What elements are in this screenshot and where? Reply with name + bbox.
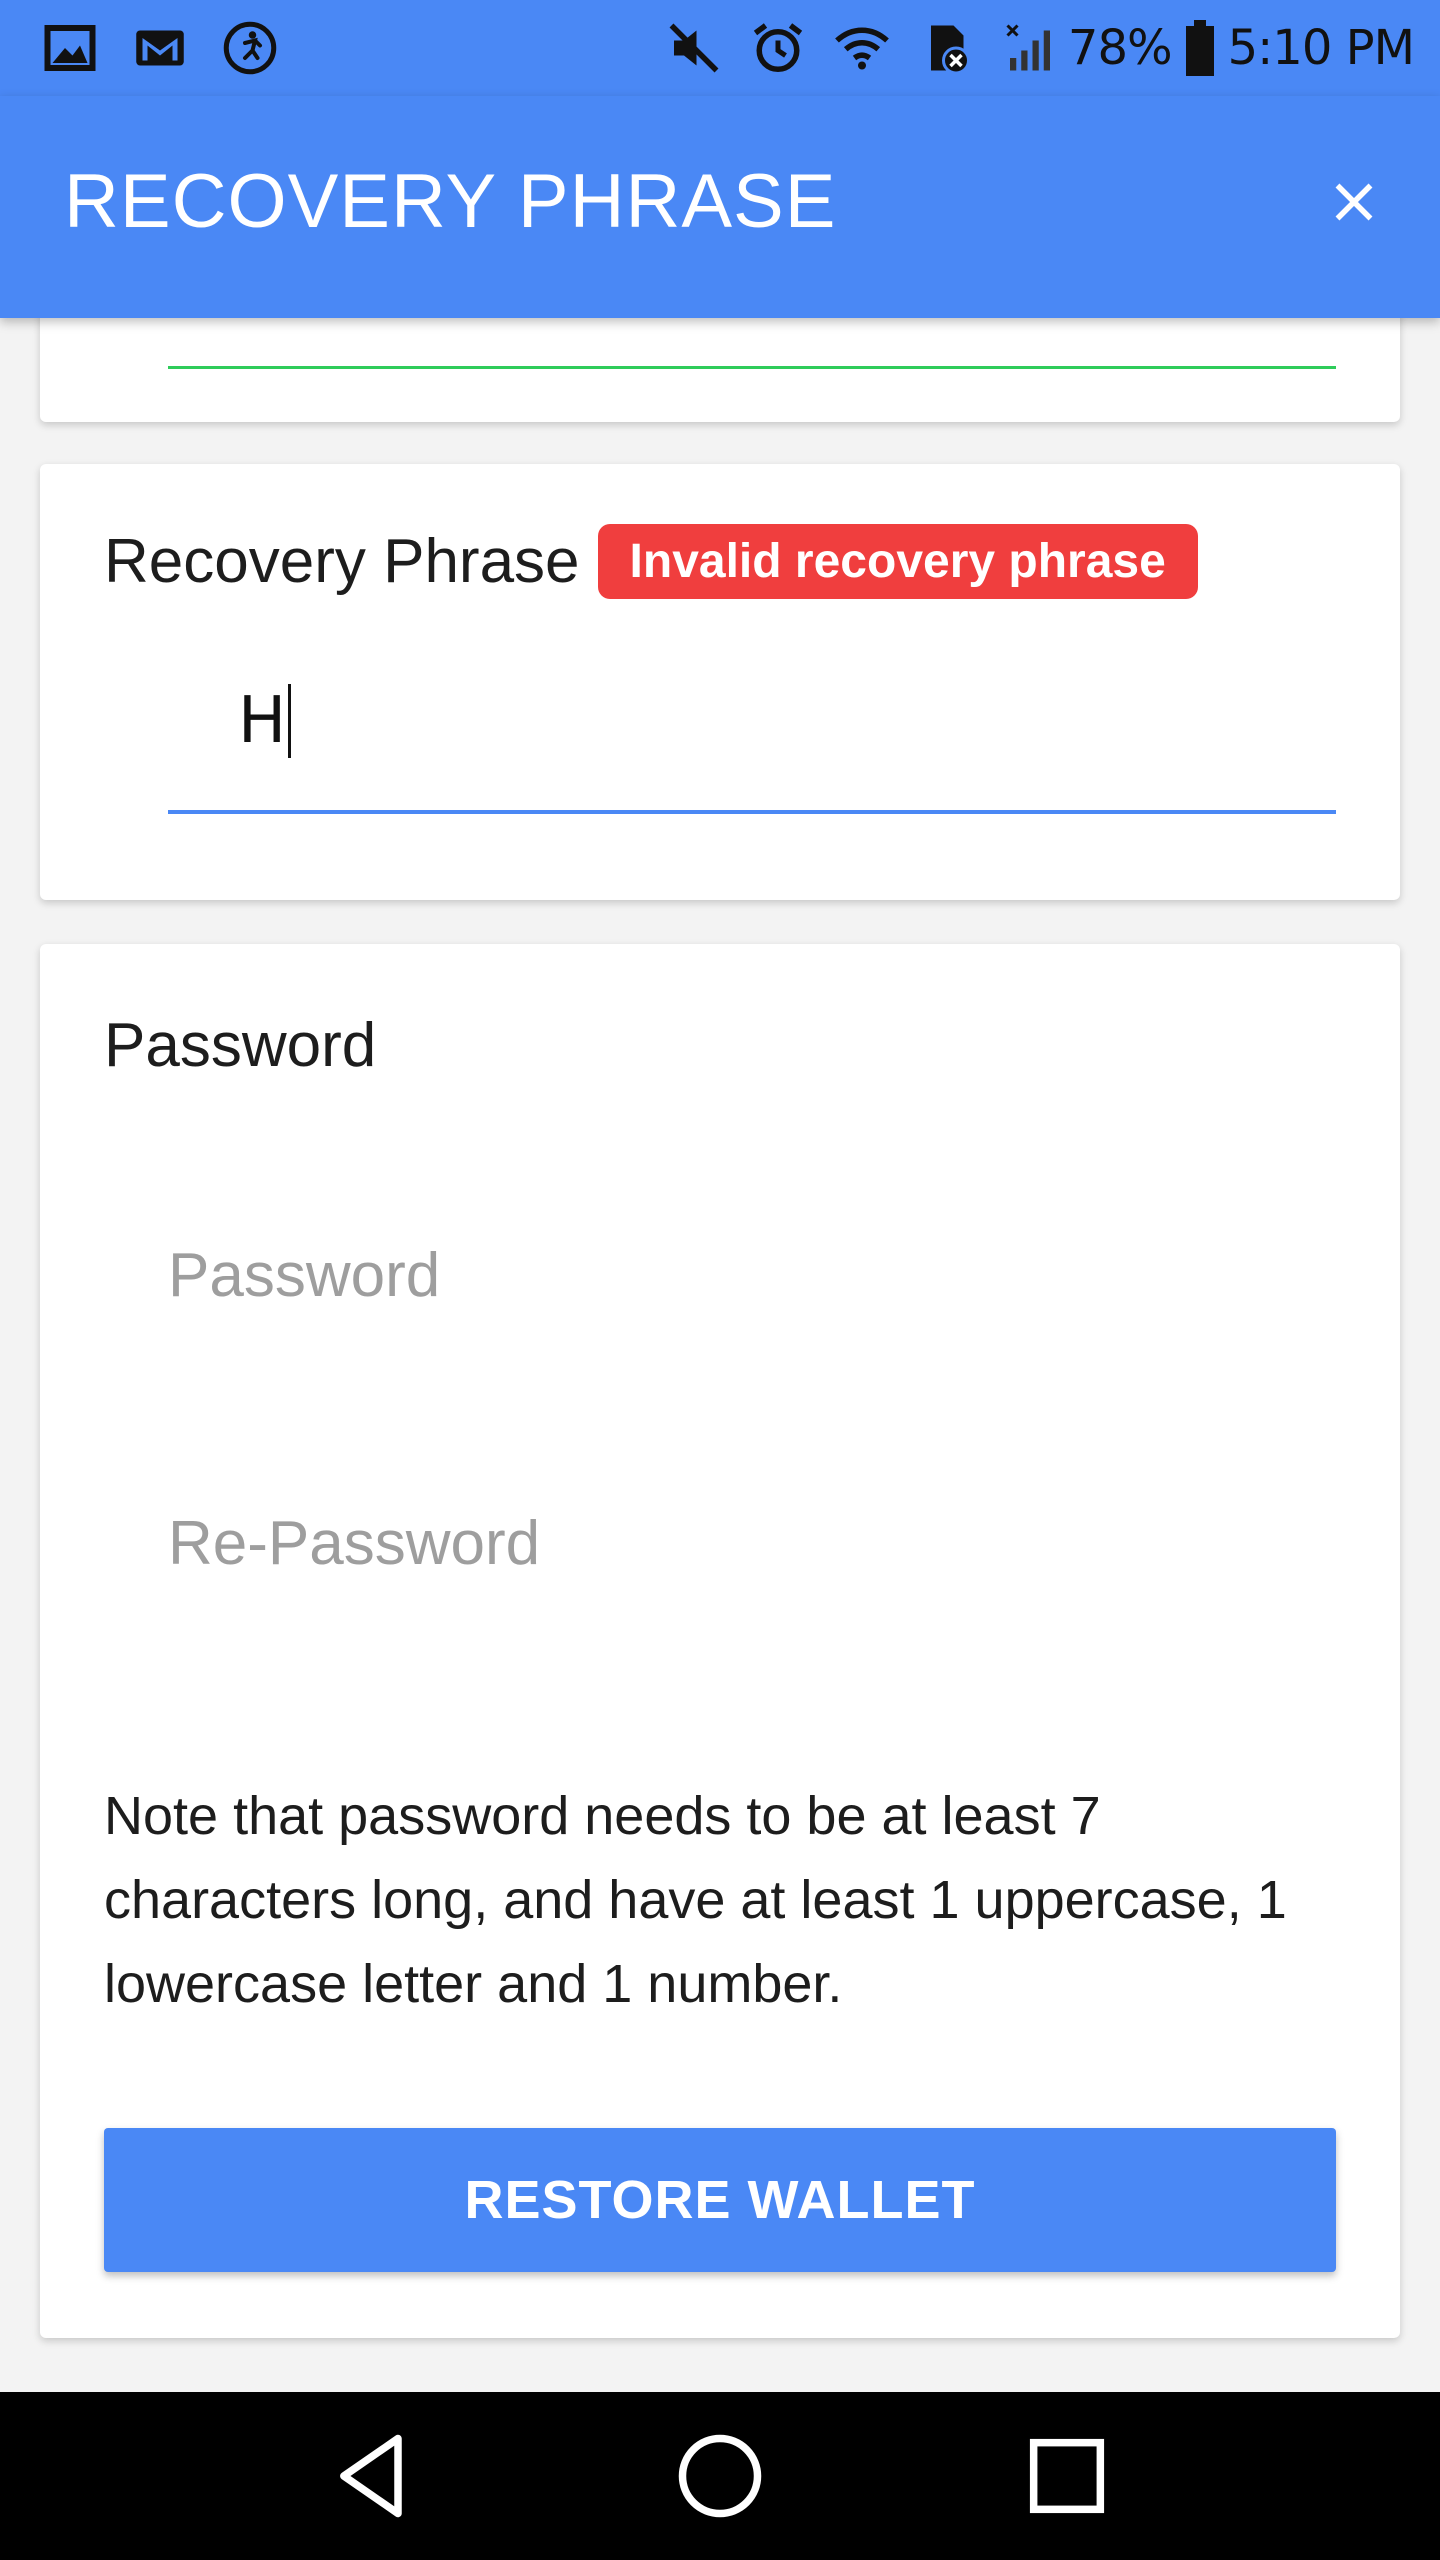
back-icon	[340, 2434, 403, 2518]
password-input[interactable]: Password	[168, 1220, 1336, 1330]
recovery-phrase-label: Recovery Phrase	[104, 527, 580, 596]
status-bar: 78% 5:10 PM	[0, 0, 1440, 96]
close-icon	[1335, 183, 1373, 221]
battery-percent: 78%	[1067, 20, 1173, 76]
recents-button[interactable]	[997, 2406, 1137, 2546]
recovery-phrase-card: Recovery Phrase Invalid recovery phrase …	[40, 464, 1400, 900]
fitness-icon	[220, 18, 280, 78]
gallery-icon	[40, 18, 100, 78]
home-icon	[678, 2434, 762, 2518]
home-button[interactable]	[650, 2406, 790, 2546]
app-bar: RECOVERY PHRASE	[0, 96, 1440, 318]
password-placeholder: Password	[168, 1240, 441, 1310]
mute-icon	[664, 18, 724, 78]
password-card: Password Password Re-Password Note that …	[40, 944, 1400, 2338]
sd-card-icon	[916, 18, 976, 78]
invalid-phrase-badge: Invalid recovery phrase	[597, 524, 1198, 599]
recents-icon	[1029, 2438, 1104, 2514]
back-button[interactable]	[303, 2406, 443, 2546]
clock: 5:10 PM	[1227, 20, 1415, 76]
recovery-phrase-input[interactable]: H	[168, 664, 1336, 814]
status-left-icons	[40, 18, 310, 78]
navigation-bar	[0, 2392, 1440, 2560]
signal-icon	[1000, 18, 1060, 78]
status-right-icons: 78% 5:10 PM	[640, 18, 1415, 78]
password-section-title: Password	[104, 1011, 377, 1080]
password-requirements-note: Note that password needs to be at least …	[104, 1786, 1287, 2014]
repassword-placeholder: Re-Password	[168, 1508, 541, 1578]
valid-field-underline	[168, 366, 1336, 369]
recovery-phrase-header: Recovery Phrase Invalid recovery phrase	[104, 524, 1198, 599]
recovery-phrase-value: H	[238, 684, 292, 758]
alarm-icon	[748, 18, 808, 78]
wifi-icon	[832, 18, 892, 78]
recovery-phrase-text: H	[238, 684, 287, 758]
restore-wallet-button[interactable]: RESTORE WALLET	[104, 2128, 1336, 2272]
gmail-icon	[130, 18, 190, 78]
text-caret	[288, 684, 292, 758]
battery-icon	[1180, 18, 1220, 78]
repassword-input[interactable]: Re-Password	[168, 1488, 1336, 1598]
close-button[interactable]	[1308, 156, 1400, 248]
page-title: RECOVERY PHRASE	[64, 159, 837, 244]
